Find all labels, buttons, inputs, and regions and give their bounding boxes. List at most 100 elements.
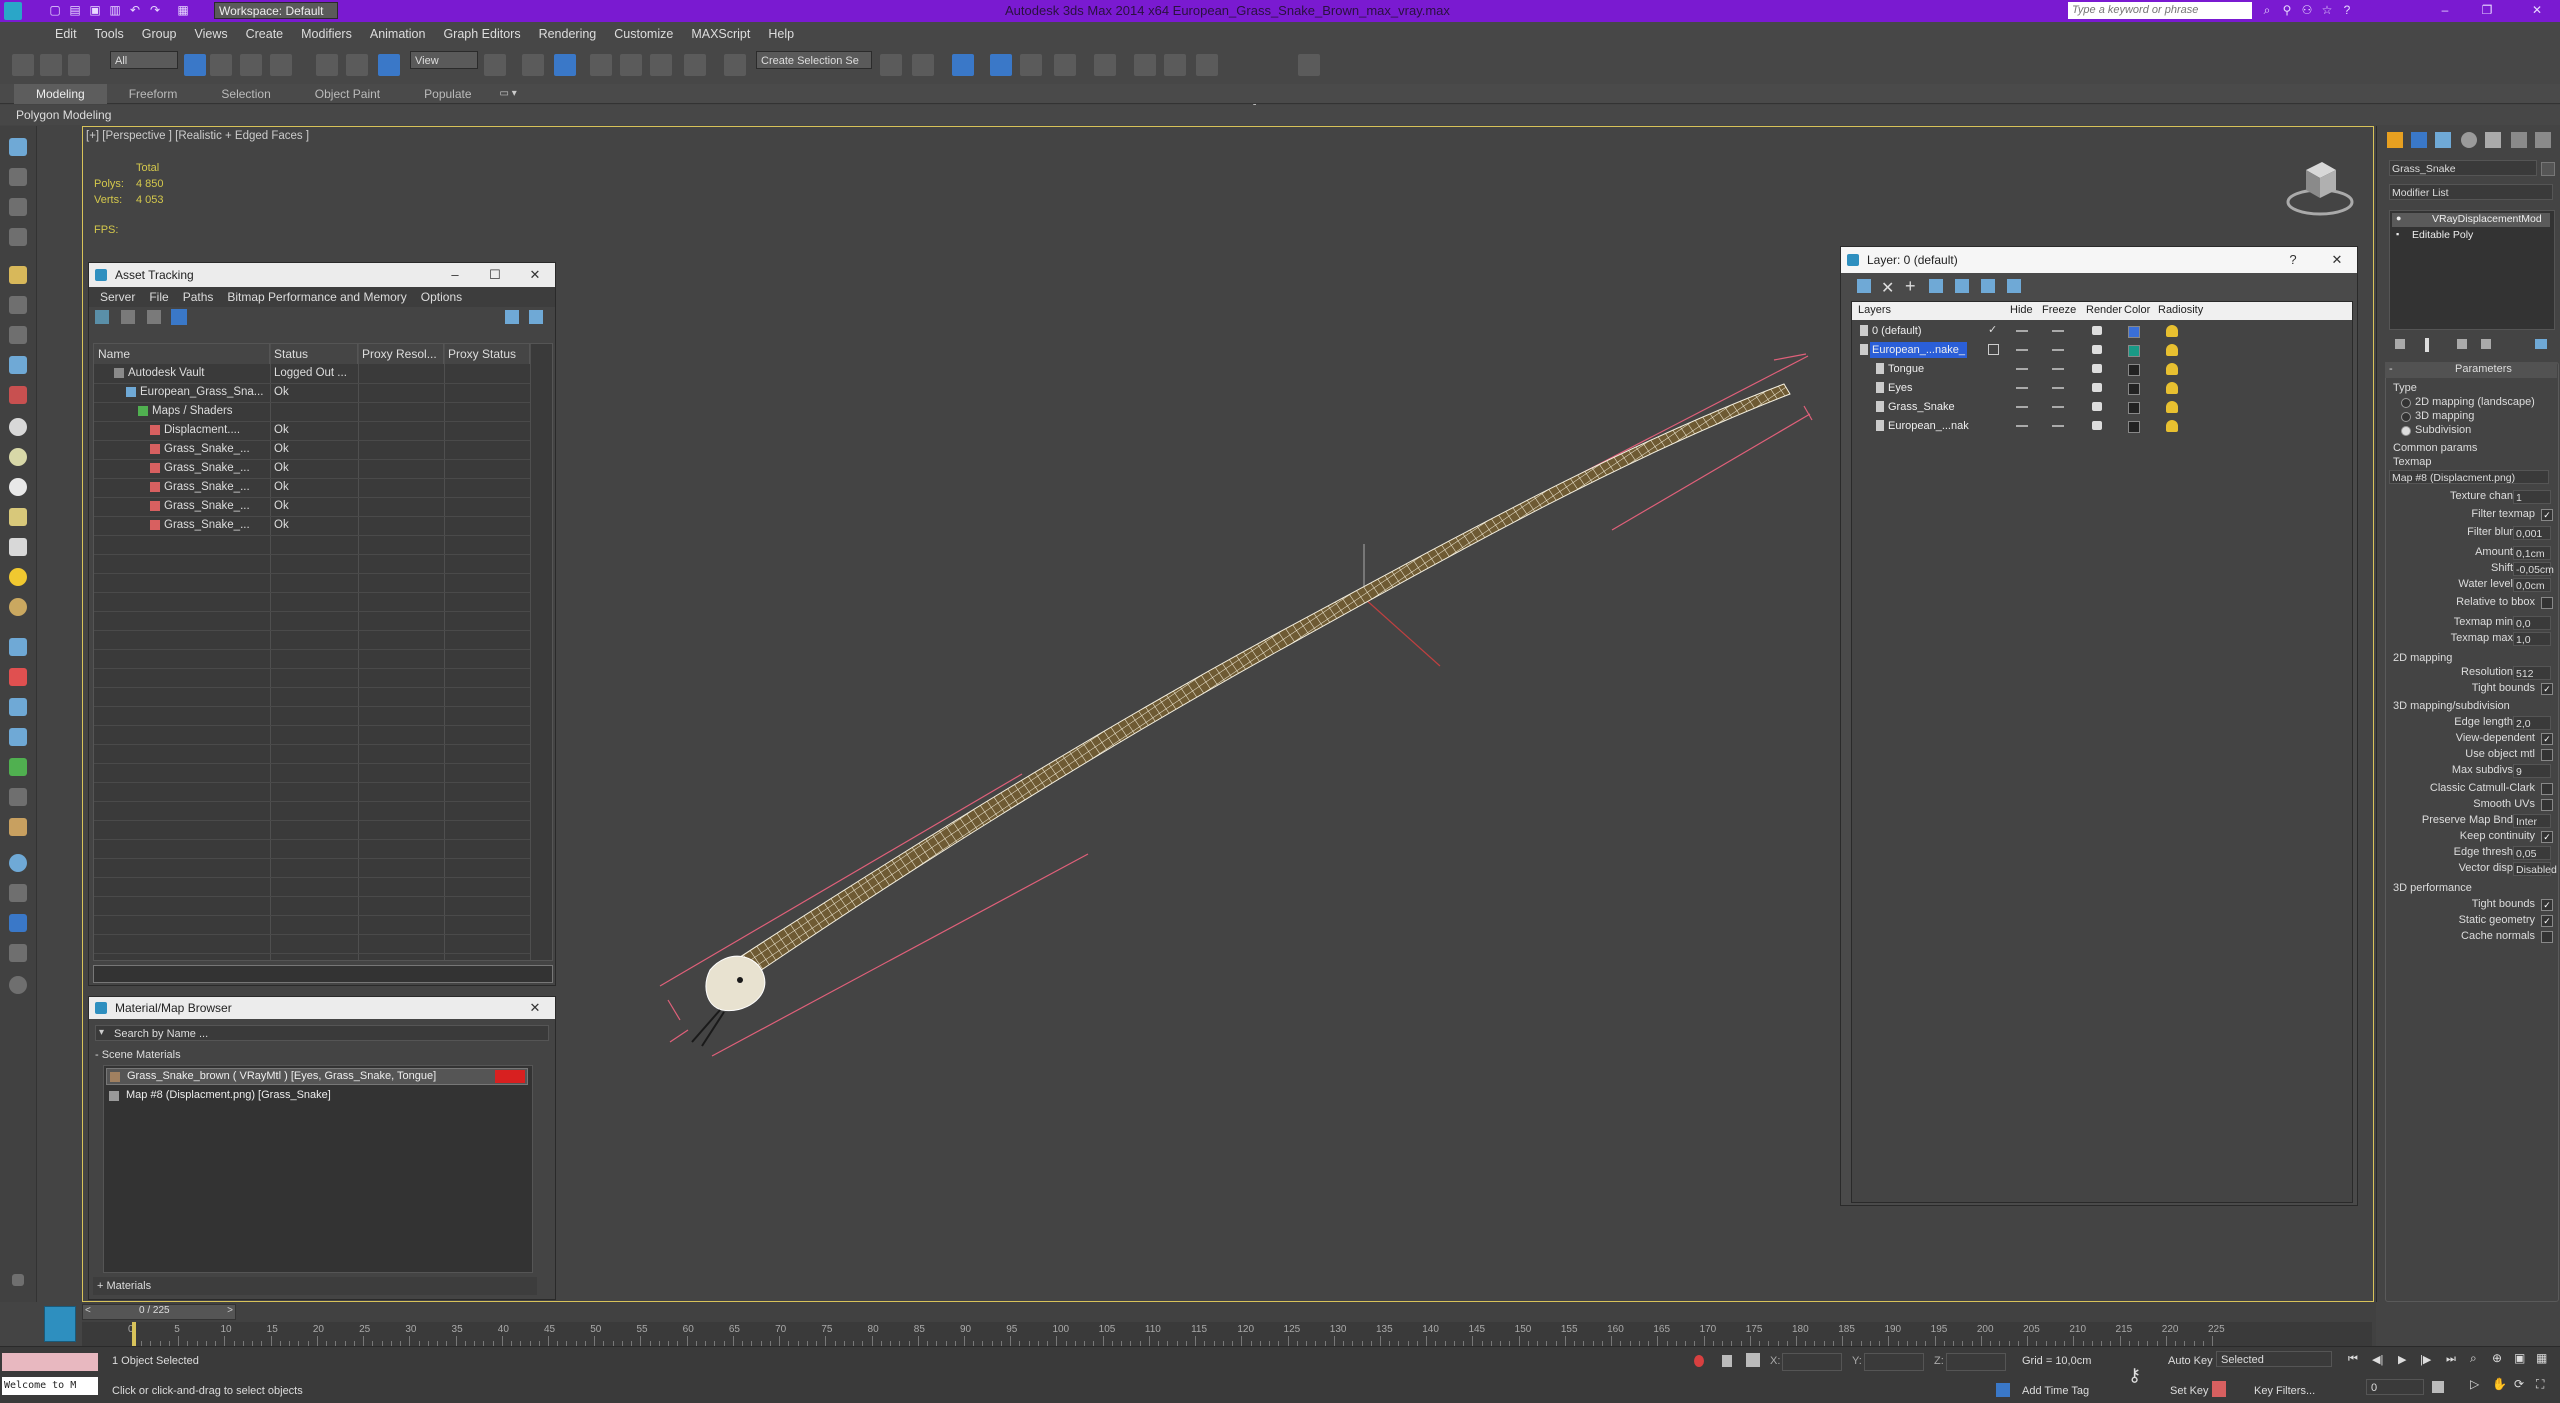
close-icon[interactable]: ✕ — [515, 997, 555, 1019]
percent-snap-icon[interactable] — [650, 54, 672, 76]
layer-row[interactable]: Tongue — [1852, 360, 2220, 378]
menu-help[interactable]: Help — [759, 22, 803, 46]
edit-named-selection-icon[interactable] — [724, 54, 746, 76]
layer-name[interactable]: European_...nak — [1886, 418, 1971, 434]
hide-toggle[interactable] — [2016, 349, 2028, 351]
hierarchy-tab-icon[interactable] — [2435, 132, 2451, 148]
layer-name[interactable]: 0 (default) — [1870, 323, 1924, 339]
stack-item-editable-poly[interactable]: ▪ Editable Poly — [2392, 229, 2550, 243]
checkbox[interactable] — [2541, 799, 2553, 811]
object-color-swatch[interactable] — [2541, 162, 2555, 176]
table-row[interactable]: Displacment.... — [94, 421, 270, 440]
move-icon[interactable] — [316, 54, 338, 76]
param-spinner[interactable]: 1,0 — [2513, 632, 2551, 646]
close-icon[interactable]: ✕ — [515, 263, 555, 287]
render-elements-icon[interactable] — [9, 944, 27, 962]
slider-next-icon[interactable]: > — [227, 1305, 233, 1316]
hide-toggle[interactable] — [2016, 406, 2028, 408]
hf-icon[interactable] — [9, 788, 27, 806]
utilities-tab-icon[interactable] — [2511, 132, 2527, 148]
checkbox[interactable]: ✓ — [2541, 899, 2553, 911]
render-teapot-icon[interactable] — [2092, 326, 2102, 335]
menu-views[interactable]: Views — [185, 22, 236, 46]
motion-tab-icon[interactable] — [2461, 132, 2477, 148]
menu-edit[interactable]: Edit — [46, 22, 86, 46]
move-transform-icon[interactable] — [522, 54, 544, 76]
info-icon[interactable] — [529, 310, 543, 324]
track-bar[interactable]: 0 5 10 15 20 25 30 35 40 45 50 55 60 65 70 75 80 85 90 95 10… — [82, 1322, 2372, 1346]
polygon-modeling-label[interactable]: Polygon Modeling — [16, 108, 111, 122]
param-spinner[interactable]: 1 — [2513, 490, 2551, 504]
close-icon[interactable]: ✕ — [2530, 3, 2544, 17]
time-slider[interactable]: < 0 / 225 > — [82, 1304, 236, 1320]
checkbox[interactable]: ✓ — [2541, 683, 2553, 695]
layer-row[interactable]: Grass_Snake — [1852, 398, 2220, 416]
checkbox[interactable] — [2541, 931, 2553, 943]
object-name-field[interactable]: Grass_Snake — [2389, 160, 2537, 176]
app-logo-icon[interactable] — [4, 2, 22, 20]
biped-icon[interactable] — [9, 698, 27, 716]
vault-icon[interactable] — [95, 310, 109, 324]
omni-light-icon[interactable] — [9, 598, 27, 616]
param-spinner[interactable]: 2,0 — [2513, 716, 2551, 730]
radiosity-icon[interactable] — [2166, 344, 2178, 356]
project-folder-icon[interactable]: ▦ — [176, 3, 190, 17]
column-freeze[interactable]: Freeze — [2042, 304, 2076, 316]
vray-icon[interactable] — [9, 914, 27, 932]
modify-tab-icon[interactable] — [2411, 132, 2427, 148]
maximize-icon[interactable]: ☐ — [475, 263, 515, 287]
hide-all-icon[interactable] — [1981, 279, 1995, 293]
search-input[interactable] — [2068, 2, 2252, 19]
tab-modeling[interactable]: Modeling — [14, 83, 107, 104]
systems-icon[interactable] — [9, 386, 27, 404]
scale-icon[interactable] — [378, 54, 400, 76]
select-by-name-icon[interactable] — [210, 54, 232, 76]
open-file-icon[interactable]: ▤ — [68, 3, 82, 17]
ribbon-toggle-icon[interactable] — [990, 54, 1012, 76]
menu-modifiers[interactable]: Modifiers — [292, 22, 361, 46]
param-spinner[interactable]: 512 — [2513, 666, 2551, 680]
table-view-icon[interactable] — [171, 309, 187, 325]
menu-server[interactable]: Server — [93, 287, 142, 307]
layer-color-swatch[interactable] — [2128, 421, 2140, 433]
select-in-layer-icon[interactable] — [1929, 279, 1943, 293]
helper-icon[interactable] — [9, 326, 27, 344]
freeze-toggle[interactable] — [2052, 425, 2064, 427]
param-spinner[interactable]: 0,1cm — [2513, 546, 2551, 560]
radiosity-icon[interactable] — [2166, 401, 2178, 413]
play-icon[interactable]: ▶ — [2398, 1353, 2406, 1366]
hide-toggle[interactable] — [2016, 330, 2028, 332]
render-teapot-icon[interactable] — [2092, 421, 2102, 430]
zoom-extents-all-icon[interactable]: ▦ — [2536, 1351, 2547, 1365]
time-tag-icon[interactable] — [1996, 1383, 2010, 1397]
param-spinner[interactable]: 9 — [2513, 764, 2551, 778]
stack-item-vray-displacement[interactable]: ● VRayDisplacementMod — [2392, 213, 2550, 227]
table-row[interactable]: Grass_Snake_... — [94, 497, 270, 516]
materials-footer[interactable]: + Materials — [93, 1277, 537, 1295]
tab-object-paint[interactable]: Object Paint — [293, 84, 402, 104]
layer-explorer-icon[interactable] — [9, 168, 27, 186]
current-layer-check-icon[interactable]: ✓ — [1988, 323, 1997, 336]
layer-name[interactable]: European_...nake_ — [1870, 342, 1967, 358]
current-frame-field[interactable]: 0 — [2366, 1379, 2424, 1395]
freeze-toggle[interactable] — [2052, 368, 2064, 370]
zoom-extents-icon[interactable]: ▣ — [2514, 1351, 2525, 1365]
spinner-snap-icon[interactable] — [684, 54, 706, 76]
param-spinner[interactable]: 0,0cm — [2513, 578, 2551, 592]
key-icon[interactable]: ⚷ — [2128, 1365, 2141, 1386]
isolate-icon[interactable] — [1694, 1355, 1704, 1367]
favorites-icon[interactable]: ☆ — [2320, 3, 2334, 17]
configure-sets-icon[interactable] — [2535, 339, 2547, 349]
param-spinner[interactable]: Inter — [2513, 814, 2551, 828]
table-row[interactable]: Grass_Snake_... — [94, 440, 270, 459]
viewcube[interactable] — [2284, 158, 2354, 218]
sun-icon[interactable] — [9, 568, 27, 586]
slider-prev-icon[interactable]: < — [85, 1305, 91, 1316]
help-icon[interactable]: ? — [2273, 247, 2313, 273]
absolute-mode-icon[interactable] — [1746, 1353, 1760, 1367]
layer-row[interactable]: European_...nake_ — [1852, 341, 2220, 359]
schematic-view-icon[interactable] — [1054, 54, 1076, 76]
set-key-icon[interactable] — [2212, 1381, 2226, 1397]
field-of-view-icon[interactable]: ▷ — [2470, 1377, 2479, 1391]
spacewarp-icon[interactable] — [9, 356, 27, 374]
